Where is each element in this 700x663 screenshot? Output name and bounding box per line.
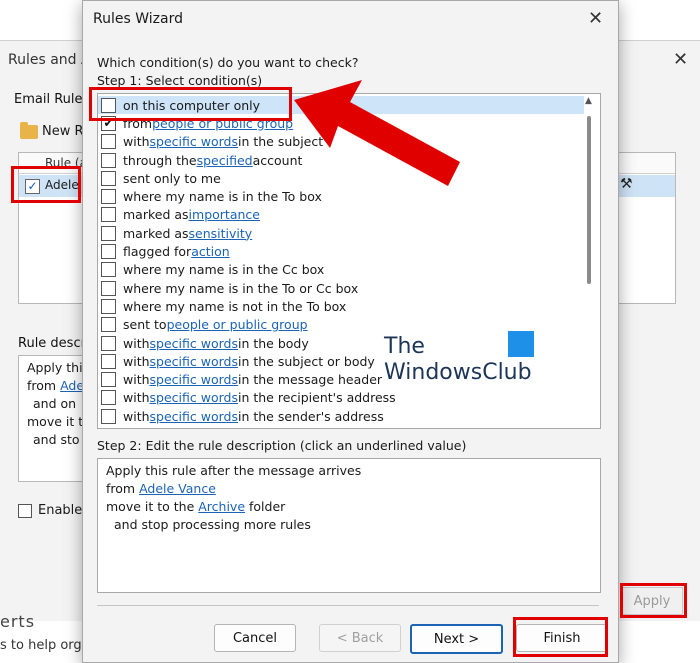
enable-label: Enable (38, 503, 83, 518)
annotation-arrow (294, 80, 460, 186)
condition-link[interactable]: specific words (150, 409, 238, 424)
condition-item[interactable]: where my name is in the To box (98, 188, 584, 206)
bg-desc-line-1: Apply thi (27, 360, 83, 375)
step2-label: Step 2: Edit the rule description (click… (97, 438, 467, 453)
condition-checkbox[interactable] (101, 152, 116, 168)
condition-link[interactable]: sensitivity (189, 226, 253, 241)
close-icon[interactable]: ✕ (673, 49, 688, 70)
condition-checkbox[interactable] (101, 372, 116, 388)
condition-item[interactable]: with specific words in the recipient's a… (98, 389, 584, 407)
description-line-3: move it to the Archive folder (106, 499, 286, 514)
condition-link[interactable]: specific words (150, 336, 238, 351)
condition-checkbox[interactable] (101, 207, 116, 223)
condition-checkbox[interactable] (101, 335, 116, 351)
condition-checkbox[interactable] (101, 134, 116, 150)
background-footer-subtext: s to help orga (0, 638, 90, 653)
enable-checkbox-box[interactable] (18, 503, 32, 518)
annotation-box-condition (89, 87, 292, 121)
condition-checkbox[interactable] (101, 317, 116, 333)
condition-checkbox[interactable] (101, 170, 116, 186)
description-line-4: and stop processing more rules (114, 517, 311, 532)
condition-link[interactable]: people or public group (167, 317, 308, 332)
condition-checkbox[interactable] (101, 298, 116, 314)
bg-desc-line-2: from Adel (27, 378, 88, 393)
condition-item[interactable]: with specific words in the subject or bo… (98, 352, 584, 370)
annotation-box-rule-row (11, 166, 81, 203)
condition-item[interactable]: with specific words in the body (98, 334, 584, 352)
condition-checkbox[interactable] (101, 244, 116, 260)
condition-checkbox[interactable] (101, 225, 116, 241)
condition-link[interactable]: importance (189, 207, 260, 222)
background-footer-text: erts (0, 612, 36, 631)
condition-link[interactable]: specific words (150, 372, 238, 387)
condition-item[interactable]: marked as sensitivity (98, 224, 584, 242)
condition-link[interactable]: specified (197, 153, 253, 168)
conditions-scrollbar[interactable] (587, 116, 591, 284)
rules-list-right-column (612, 152, 676, 304)
scroll-up-icon[interactable]: ▲ (585, 96, 592, 106)
description-line-1: Apply this rule after the message arrive… (106, 463, 362, 478)
condition-checkbox[interactable] (101, 280, 116, 296)
condition-item[interactable]: marked as importance (98, 206, 584, 224)
email-rules-tab[interactable]: Email Rule: (14, 92, 87, 107)
close-icon[interactable]: ✕ (588, 8, 603, 29)
annotation-box-apply (620, 583, 687, 618)
condition-checkbox[interactable] (101, 262, 116, 278)
condition-checkbox[interactable] (101, 353, 116, 369)
condition-link[interactable]: specific words (150, 390, 238, 405)
rule-actions-icon: ⚒ (620, 176, 633, 192)
condition-item[interactable]: where my name is in the To or Cc box (98, 279, 584, 297)
condition-item[interactable]: flagged for action (98, 242, 584, 260)
condition-item[interactable]: where my name is in the Cc box (98, 261, 584, 279)
enable-rules-checkbox[interactable]: Enable (18, 503, 82, 518)
condition-item[interactable]: with specific words in the sender's addr… (98, 407, 584, 425)
rules-and-alerts-title: Rules and A (8, 52, 91, 68)
button-separator (97, 605, 599, 606)
step1-label: Step 1: Select condition(s) (97, 73, 263, 88)
new-rule-button[interactable]: New R (20, 121, 84, 139)
rule-description-editor: Apply this rule after the message arrive… (97, 458, 601, 593)
folder-icon (20, 121, 38, 139)
cancel-button[interactable]: Cancel (214, 624, 296, 652)
folder-link[interactable]: Archive (198, 499, 245, 514)
new-rule-label: New R (42, 124, 84, 139)
condition-item[interactable]: sent to people or public group (98, 316, 584, 334)
sender-link[interactable]: Adele Vance (139, 481, 216, 496)
condition-link[interactable]: specific words (150, 134, 238, 149)
description-line-2: from Adele Vance (106, 481, 216, 496)
rule-description-label: Rule descr (18, 336, 86, 351)
condition-checkbox[interactable] (101, 189, 116, 205)
condition-item[interactable]: with specific words in the message heade… (98, 371, 584, 389)
condition-link[interactable]: action (191, 244, 229, 259)
dialog-title: Rules Wizard (93, 11, 183, 27)
bg-desc-line-4: move it t (27, 414, 84, 429)
condition-checkbox[interactable] (101, 390, 116, 406)
back-button[interactable]: < Back (319, 624, 401, 652)
bg-desc-line-5: and sto (33, 432, 80, 447)
condition-link[interactable]: specific words (150, 354, 238, 369)
bg-desc-line-3: and on (33, 396, 77, 411)
conditions-question: Which condition(s) do you want to check? (97, 55, 359, 70)
condition-item[interactable]: where my name is not in the To box (98, 297, 584, 315)
annotation-box-finish (513, 617, 608, 657)
next-button[interactable]: Next > (410, 624, 503, 654)
condition-checkbox[interactable] (101, 408, 116, 424)
